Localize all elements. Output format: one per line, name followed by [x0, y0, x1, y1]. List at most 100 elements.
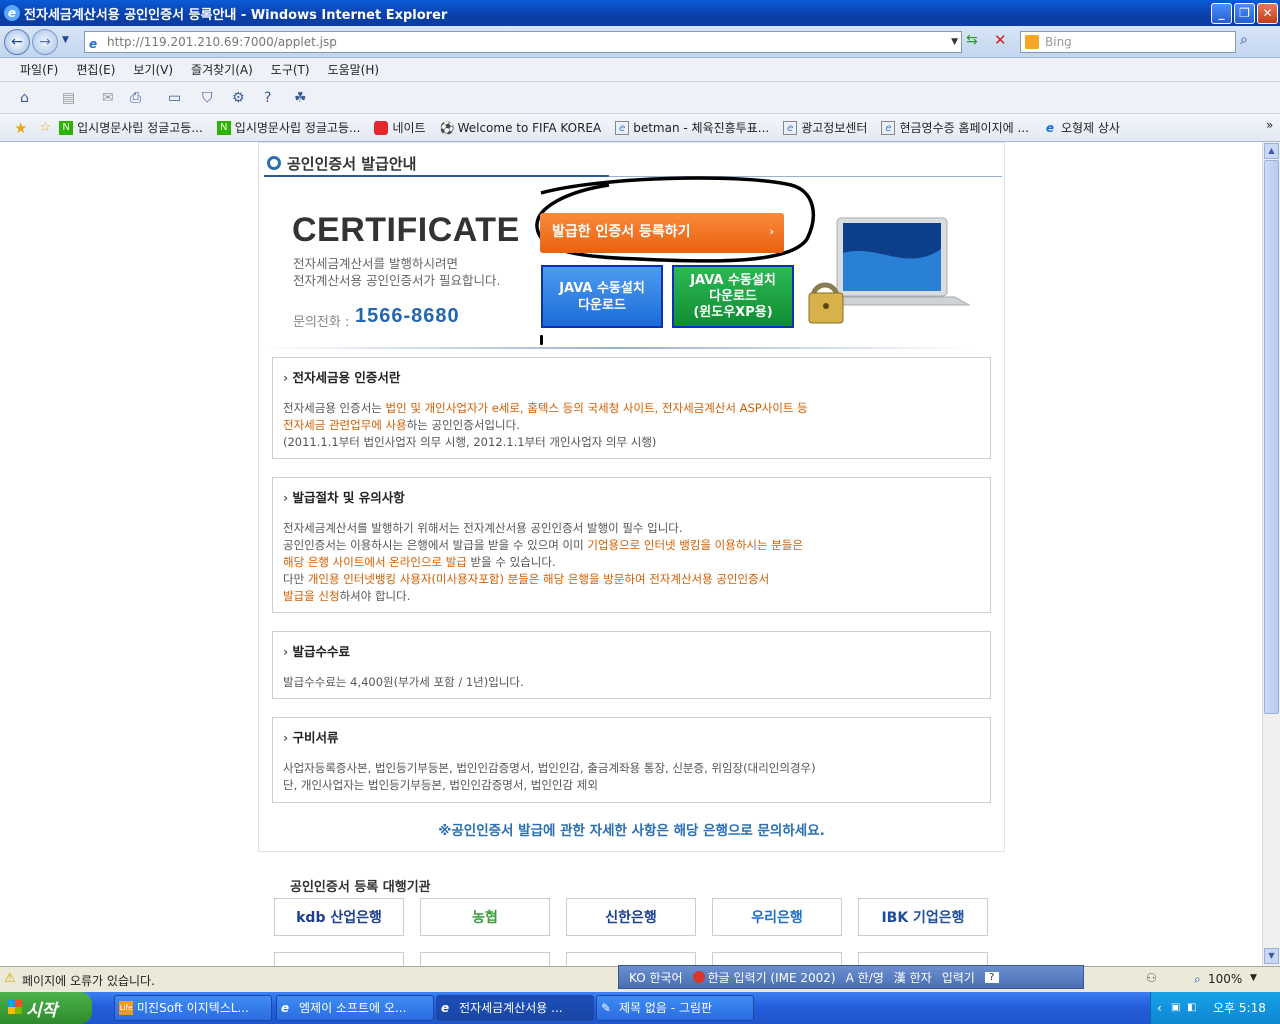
zoom-dropdown-icon[interactable]: ▼ — [1250, 973, 1257, 983]
agency-title: 공인인증서 등록 대행기관 — [290, 880, 431, 895]
menu-view[interactable]: 보기(V) — [133, 61, 173, 78]
section-line: (2011.1.1부터 법인사업자 의무 시행, 2012.1.1부터 개인사업… — [283, 435, 657, 449]
system-tray: ‹ ▣ ◧ 오후 5:18 — [1150, 992, 1280, 1024]
bank-logo-partial[interactable] — [420, 952, 550, 966]
register-certificate-button[interactable]: 발급한 인증서 등록하기 › — [540, 213, 784, 253]
favorites-star-icon[interactable]: ★ — [14, 119, 27, 137]
tray-network-icon[interactable]: ▣ — [1171, 992, 1180, 1024]
bank-logo-kdb[interactable]: kdb 산업은행 — [274, 898, 404, 936]
favorite-link[interactable]: ⚽ Welcome to FIFA KOREA — [440, 121, 602, 135]
scroll-thumb[interactable] — [1264, 160, 1279, 714]
laptop-lock-illustration — [808, 217, 971, 324]
scroll-up-icon[interactable]: ▲ — [1264, 143, 1279, 159]
bank-logo-ibk[interactable]: IBK 기업은행 — [858, 898, 988, 936]
address-bar[interactable]: e http://119.201.210.69:7000/applet.jsp … — [84, 31, 962, 53]
status-message[interactable]: 페이지에 오류가 있습니다. — [22, 972, 155, 989]
menu-file[interactable]: 파일(F) — [20, 61, 58, 78]
protected-mode-icon[interactable]: ⚇ — [1146, 971, 1157, 985]
favorite-link[interactable]: e betman - 체육진흥투표... — [615, 119, 769, 136]
page-icon: e — [783, 120, 798, 135]
back-button[interactable]: ← — [4, 29, 30, 55]
ime-language[interactable]: KO 한국어 — [629, 969, 683, 986]
menu-help[interactable]: 도움말(H) — [328, 61, 380, 78]
section-box: 발급절차 및 유의사항 전자세금계산서를 발행하기 위해서는 전자계산서용 공인… — [272, 477, 991, 613]
feeds-icon[interactable]: ▤ — [62, 90, 75, 106]
ime-toggle-hangul[interactable]: A 한/영 — [846, 969, 884, 986]
section-box: 구비서류 사업자등록증사본, 법인등기부등본, 법인인감증명서, 법인인감, 출… — [272, 717, 991, 803]
vertical-scrollbar[interactable]: ▲ ▼ — [1262, 142, 1280, 966]
taskbar-item[interactable]: ✎ 제목 없음 - 그림판 — [596, 995, 754, 1021]
maximize-button[interactable]: ❐ — [1234, 3, 1255, 24]
clock[interactable]: 오후 5:18 — [1213, 1001, 1266, 1015]
bank-logo-partial[interactable] — [566, 952, 696, 966]
bank-logo-shinhan[interactable]: 신한은행 — [566, 898, 696, 936]
ime-help-icon[interactable]: ? — [984, 971, 999, 983]
add-favorite-icon[interactable]: ☆ — [39, 120, 51, 135]
ime-mode[interactable]: 한글 입력기 (IME 2002) — [708, 969, 836, 986]
favorite-link[interactable]: N 입시명문사립 정글고등... — [216, 119, 360, 136]
command-toolbar: ⌂ ▤ ✉ ⎙ ▭ ⛉ ⚙ ? ☘ — [0, 82, 1280, 114]
favorite-link[interactable]: e 광고정보센터 — [783, 119, 867, 136]
bank-logo-partial[interactable] — [712, 952, 842, 966]
ime-dot-icon — [692, 971, 705, 983]
warning-icon[interactable]: ⚠ — [4, 971, 16, 986]
section-box: 발급수수료 발급수수료는 4,400원(부가세 포함 / 1년)입니다. — [272, 631, 991, 699]
home-icon[interactable]: ⌂ — [20, 90, 29, 106]
start-button[interactable]: 시작 — [0, 992, 92, 1024]
java-download-button[interactable]: JAVA 수동설치 다운로드 — [541, 265, 663, 328]
window-titlebar[interactable]: e 전자세금계산서용 공인인증서 등록안내 - Windows Internet… — [0, 0, 1280, 26]
favorite-link[interactable]: 네이트 — [374, 119, 426, 136]
section-title: 전자세금용 인증서란 — [283, 367, 980, 386]
taskbar-item[interactable]: Life 미진Soft 이지텍스L... — [114, 995, 272, 1021]
scroll-down-icon[interactable]: ▼ — [1264, 948, 1279, 964]
mail-icon[interactable]: ✉ — [102, 90, 114, 106]
minimize-button[interactable]: _ — [1211, 3, 1232, 24]
tray-expand-icon[interactable]: ‹ — [1157, 992, 1162, 1024]
menu-edit[interactable]: 편집(E) — [76, 61, 115, 78]
taskbar-item[interactable]: e 전자세금계산서용 ... — [436, 995, 594, 1021]
bank-logo-partial[interactable] — [274, 952, 404, 966]
tools-gear-icon[interactable]: ⚙ — [232, 90, 245, 106]
history-dropdown-icon[interactable]: ▼ — [62, 35, 69, 45]
bank-name: 신한은행 — [605, 910, 657, 926]
favorite-link[interactable]: e 오형제 상사 — [1043, 119, 1120, 136]
compatibility-icon[interactable]: ⇆ — [966, 32, 978, 48]
java-download-xp-button[interactable]: JAVA 수동설치 다운로드 (윈도우XP용) — [672, 265, 794, 328]
research-icon[interactable]: ☘ — [294, 90, 307, 106]
search-input[interactable]: Bing — [1020, 31, 1236, 53]
phone-number: 1566-8680 — [355, 305, 460, 327]
ime-language-bar[interactable]: KO 한국어 한글 입력기 (IME 2002) A 한/영 漢 한자 입력기 … — [618, 965, 1084, 989]
zoom-icon: ⌕ — [1194, 972, 1201, 986]
bank-logo-nh[interactable]: 농협 — [420, 898, 550, 936]
page-menu-icon[interactable]: ▭ — [168, 90, 181, 106]
ie-icon: e — [1045, 120, 1054, 135]
favorites-overflow-icon[interactable]: » — [1266, 118, 1273, 132]
close-button[interactable]: ✕ — [1257, 3, 1278, 24]
forward-button[interactable]: → — [32, 29, 58, 55]
favorite-link[interactable]: N 입시명문사립 정글고등... — [59, 119, 203, 136]
app-icon: Life — [119, 1001, 133, 1015]
search-placeholder: Bing — [1045, 35, 1072, 49]
tray-volume-icon[interactable]: ◧ — [1187, 992, 1196, 1024]
ime-input-pad[interactable]: 입력기 — [942, 969, 975, 986]
window-title: 전자세금계산서용 공인인증서 등록안내 - Windows Internet E… — [24, 7, 448, 23]
ime-hanja[interactable]: 漢 한자 — [894, 969, 932, 986]
notice-text: ※공인인증서 발급에 관한 자세한 사항은 해당 은행으로 문의하세요. — [438, 823, 825, 839]
naver-icon: N — [216, 120, 231, 135]
safety-icon[interactable]: ⛉ — [202, 90, 213, 106]
taskbar-item[interactable]: e 엠제이 소프트에 오... — [276, 995, 434, 1021]
bank-logo-woori[interactable]: 우리은행 — [712, 898, 842, 936]
section-line: 발급을 신청하셔야 합니다. — [283, 589, 411, 603]
address-dropdown-icon[interactable]: ▼ — [951, 32, 958, 52]
stop-icon[interactable]: ✕ — [994, 31, 1007, 49]
menu-tools[interactable]: 도구(T) — [271, 61, 310, 78]
menu-favorites[interactable]: 즐겨찾기(A) — [191, 61, 253, 78]
print-icon[interactable]: ⎙ — [130, 90, 141, 106]
favorite-link[interactable]: e 현금영수증 홈페이지에 ... — [881, 119, 1029, 136]
help-icon[interactable]: ? — [264, 90, 271, 106]
zoom-level[interactable]: 100% — [1208, 972, 1242, 986]
bank-logo-partial[interactable] — [858, 952, 988, 966]
search-icon[interactable]: ⌕ — [1240, 32, 1248, 48]
section-box: 전자세금용 인증서란 전자세금용 인증서는 법인 및 개인사업자가 e세로, 홈… — [272, 357, 991, 459]
start-label: 시작 — [26, 1000, 58, 1021]
